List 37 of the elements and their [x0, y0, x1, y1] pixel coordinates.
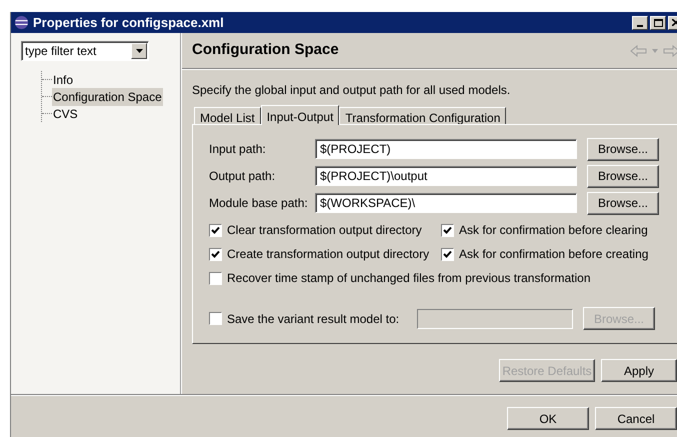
checkbox-label: Save the variant result model to:	[227, 310, 400, 328]
cancel-button[interactable]: Cancel	[595, 407, 677, 430]
page-title: Configuration Space	[192, 40, 340, 60]
globe-icon	[14, 15, 29, 30]
path-field[interactable]: $(PROJECT)\output	[315, 166, 577, 186]
tab[interactable]: Model List	[194, 107, 261, 124]
filter-field[interactable]: type filter text	[22, 42, 131, 60]
combo-box[interactable]: type filter text	[21, 41, 149, 61]
tab[interactable]: Input-Output	[260, 105, 340, 125]
checkbox-label: Clear transformation output directory	[227, 222, 422, 239]
checkbox-label: Recover time stamp of unchanged files from previous transformation	[227, 270, 590, 287]
window-title: Properties for configspace.xml	[33, 14, 225, 32]
tree-item[interactable]: CVS	[52, 104, 79, 122]
field-label: Module base path:	[209, 195, 309, 212]
ok-button[interactable]: OK	[507, 407, 589, 430]
maximize-button[interactable]	[650, 16, 666, 30]
field-label: Input path:	[209, 141, 267, 158]
browse-button[interactable]: Browse...	[587, 192, 659, 214]
checkbox[interactable]	[441, 248, 454, 260]
minimize-button[interactable]	[632, 16, 648, 30]
page-description: Specify the global input and output path for all used models.	[192, 82, 512, 99]
checkbox-label: Create transformation output directory	[227, 246, 430, 263]
tree-item[interactable]: Info	[52, 70, 74, 88]
checkbox[interactable]	[441, 224, 454, 236]
checkbox-label: Ask for confirmation before clearing	[459, 222, 648, 239]
checkbox[interactable]	[209, 224, 222, 236]
path-field[interactable]: $(WORKSPACE)\	[315, 193, 577, 213]
field-label: Output path:	[209, 168, 276, 185]
tab[interactable]: Transformation Configuration	[339, 107, 506, 124]
checkbox[interactable]	[209, 272, 222, 284]
browse-button[interactable]: Browse...	[587, 164, 659, 188]
checkbox[interactable]	[209, 248, 222, 260]
apply-button[interactable]: Apply	[601, 359, 677, 382]
browse-button[interactable]: Browse...	[587, 138, 659, 160]
path-field[interactable]: $(PROJECT)	[315, 139, 577, 159]
tree-item[interactable]: Configuration Space	[52, 88, 163, 106]
checkbox-label: Ask for confirmation before creating	[459, 246, 648, 263]
